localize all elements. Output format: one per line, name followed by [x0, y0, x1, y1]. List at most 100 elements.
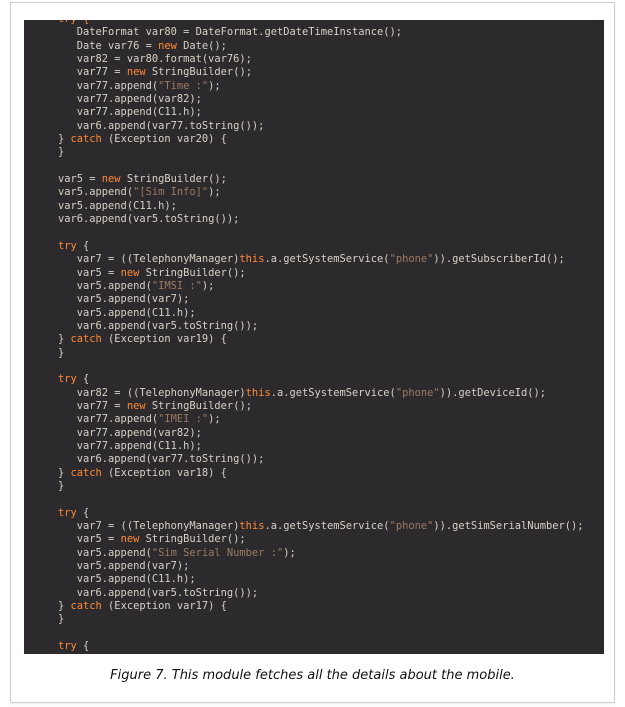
code-keyword: new	[120, 533, 140, 546]
code-text: );	[201, 279, 215, 292]
code-line: try {	[24, 507, 604, 520]
code-line: } catch (Exception var17) {	[24, 600, 604, 613]
code-text: var5.append(	[58, 186, 134, 199]
code-keyword: new	[158, 39, 177, 52]
code-text: var77.append(C11.h);	[58, 106, 202, 119]
code-line: }	[24, 480, 604, 493]
code-line: var5.append(var7);	[24, 560, 604, 573]
code-keyword: try	[58, 239, 77, 252]
code-line: var77 = new StringBuilder();	[24, 400, 604, 413]
code-text: )).getSimSerialNumber();	[433, 520, 584, 533]
code-keyword: this	[245, 386, 271, 399]
code-line: var5 = new StringBuilder();	[24, 267, 604, 280]
code-line: try {	[24, 240, 604, 253]
code-line: }	[24, 347, 604, 360]
code-line: var82 = ((TelephonyManager)this.a.getSys…	[24, 387, 604, 400]
code-text: (Exception var17) {	[101, 600, 227, 613]
code-text: }	[58, 466, 71, 479]
code-text: var5.append(C11.h);	[58, 199, 177, 212]
code-text: DateFormat var80 = DateFormat.getDateTim…	[58, 26, 403, 39]
code-string: "phone"	[389, 253, 434, 266]
code-text: StringBuilder();	[139, 266, 246, 279]
code-text: var6.append(var5.toString());	[58, 586, 259, 599]
code-line: var77.append(var82);	[24, 93, 604, 106]
code-line: }	[24, 613, 604, 626]
code-line: var77.append(C11.h);	[24, 106, 604, 119]
code-text: var5.append(C11.h);	[58, 306, 196, 319]
code-string: "Time :"	[158, 79, 209, 92]
code-text: var6.append(var5.toString());	[58, 319, 259, 332]
code-string: "Sim Serial Number :"	[151, 546, 284, 559]
code-line: var82 = var80.format(var76);	[24, 53, 604, 66]
code-text: var7 = ((TelephonyManager)	[58, 520, 240, 533]
code-line: var77.append(var82);	[24, 427, 604, 440]
code-line: var77.append("IMEI :");	[24, 413, 604, 426]
code-text: var6.append(var77.toString());	[58, 119, 265, 132]
code-text: {	[76, 506, 90, 519]
code-text: .a.getSystemService(	[270, 386, 396, 399]
code-text: )).getDeviceId();	[439, 386, 546, 399]
code-text: var7 = ((TelephonyManager)	[58, 253, 240, 266]
code-string: "phone"	[395, 386, 440, 399]
code-text: var77.append(var82);	[58, 93, 202, 106]
code-line: var6.append(var5.toString());	[24, 587, 604, 600]
code-text: Date();	[176, 39, 227, 52]
code-keyword: new	[120, 266, 140, 279]
code-keyword: this	[239, 253, 265, 266]
code-text: }	[58, 146, 65, 159]
code-line: try {	[24, 373, 604, 386]
code-line: var6.append(var77.toString());	[24, 453, 604, 466]
code-keyword: this	[239, 520, 265, 533]
code-string: "IMSI :"	[151, 279, 202, 292]
code-line: var5.append(C11.h);	[24, 307, 604, 320]
code-text: var77 =	[58, 66, 127, 79]
code-text: var6.append(var5.toString());	[58, 213, 240, 226]
code-keyword: new	[126, 399, 146, 412]
code-text: {	[76, 373, 90, 386]
code-text: var5.append(	[58, 279, 152, 292]
code-line: var5.append("Sim Serial Number :");	[24, 547, 604, 560]
code-string: "IMEI :"	[158, 413, 209, 426]
code-text: }	[58, 346, 65, 359]
code-text: var77 =	[58, 399, 127, 412]
code-keyword: try	[58, 506, 77, 519]
figure-caption: Figure 7. This module fetches all the de…	[110, 668, 515, 683]
code-line: } catch (Exception var20) {	[24, 133, 604, 146]
code-screenshot: try { DateFormat var80 = DateFormat.getD…	[24, 20, 604, 654]
code-text: var5.append(var7);	[58, 293, 190, 306]
code-block: try { DateFormat var80 = DateFormat.getD…	[24, 20, 604, 654]
code-text: {	[76, 640, 90, 653]
code-line: DateFormat var80 = DateFormat.getDateTim…	[24, 26, 604, 39]
code-text: StringBuilder();	[139, 533, 246, 546]
code-line: var5.append(C11.h);	[24, 573, 604, 586]
code-text: var82 = var80.format(var76);	[58, 53, 252, 66]
code-text: }	[58, 133, 71, 146]
code-line: }	[24, 146, 604, 159]
code-text: (Exception var19) {	[101, 333, 227, 346]
code-line: var77.append("Time :");	[24, 80, 604, 93]
code-text: .a.getSystemService(	[264, 253, 390, 266]
code-text: var6.append(var77.toString());	[58, 453, 265, 466]
code-keyword: try	[58, 640, 77, 653]
code-text: {	[76, 239, 90, 252]
code-string: "[Sim Info]"	[133, 186, 209, 199]
code-line: var77.append(C11.h);	[24, 440, 604, 453]
code-text: )).getSubscriberId();	[433, 253, 565, 266]
code-keyword: try {	[58, 20, 89, 25]
code-line: var7 = ((TelephonyManager)this.a.getSyst…	[24, 520, 604, 533]
code-keyword: new	[101, 173, 121, 186]
code-line: } catch (Exception var18) {	[24, 467, 604, 480]
code-text: var5.append(	[58, 546, 152, 559]
code-line: try {	[24, 640, 604, 653]
code-text: var5 =	[58, 173, 102, 186]
code-string: "phone"	[389, 520, 434, 533]
code-line: Date var76 = new Date();	[24, 40, 604, 53]
code-text: );	[208, 413, 221, 426]
code-text: );	[283, 546, 296, 559]
code-text: var5.append(var7);	[58, 560, 190, 573]
code-keyword: try	[58, 373, 77, 386]
code-text: );	[208, 79, 221, 92]
